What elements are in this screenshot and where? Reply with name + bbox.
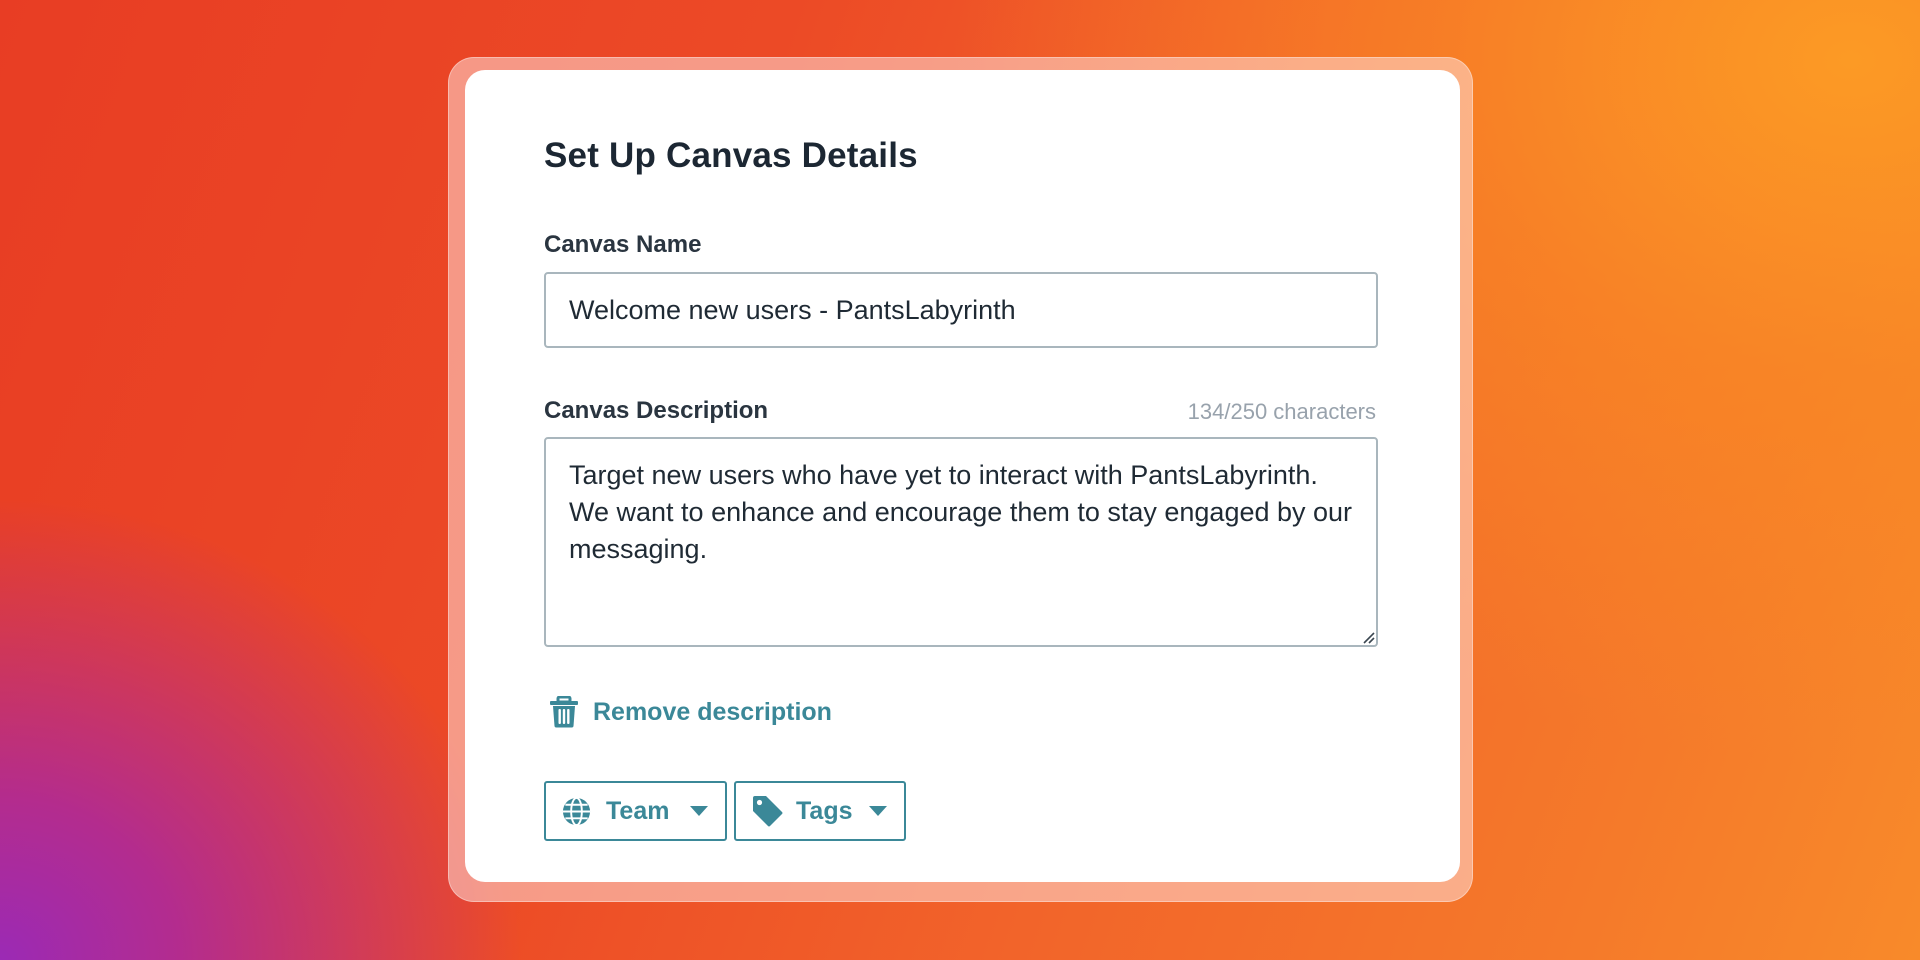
canvas-details-dialog: Set Up Canvas Details Canvas Name Canvas…: [465, 70, 1460, 882]
remove-description-label: Remove description: [593, 697, 832, 726]
tags-dropdown-label: Tags: [796, 796, 853, 825]
team-dropdown-label: Team: [606, 796, 670, 825]
dialog-title: Set Up Canvas Details: [544, 136, 918, 175]
canvas-description-textarea[interactable]: Target new users who have yet to interac…: [544, 437, 1378, 647]
trash-icon: [550, 696, 578, 728]
globe-icon: [562, 796, 591, 826]
caret-down-icon: [869, 805, 887, 816]
remove-description-button[interactable]: Remove description: [549, 696, 832, 728]
canvas-name-input[interactable]: [544, 272, 1378, 348]
canvas-description-label: Canvas Description: [544, 397, 769, 424]
canvas-name-label: Canvas Name: [544, 231, 702, 258]
tags-dropdown[interactable]: Tags: [734, 781, 906, 841]
caret-down-icon: [690, 805, 708, 816]
resize-handle-icon[interactable]: [1361, 630, 1375, 644]
character-counter: 134/250 characters: [1187, 399, 1376, 424]
team-dropdown[interactable]: Team: [544, 781, 727, 841]
tag-icon: [753, 796, 783, 827]
